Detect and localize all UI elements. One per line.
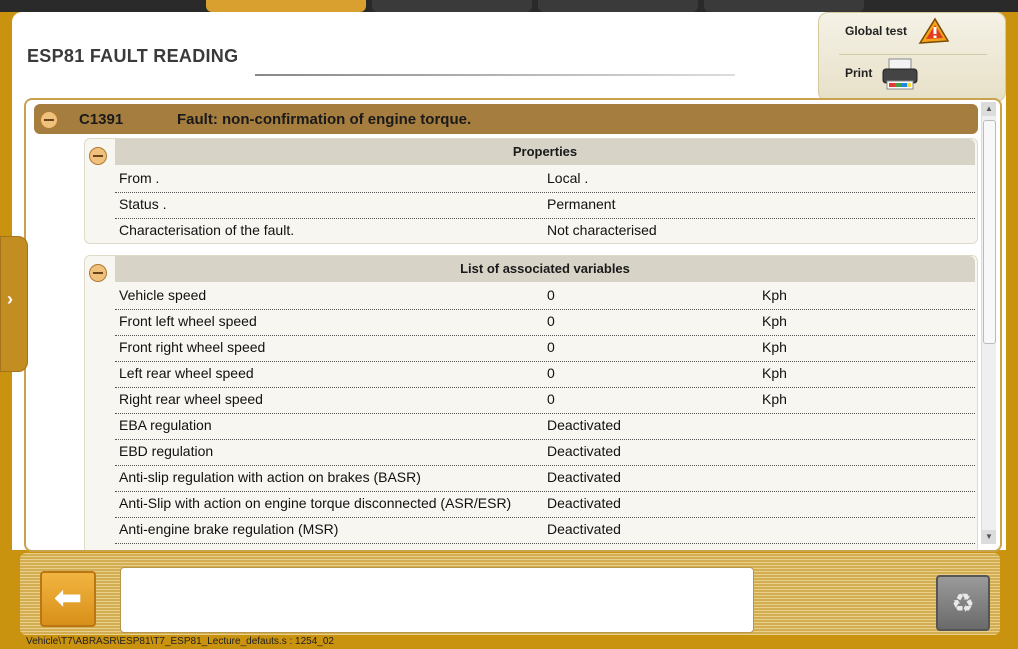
table-row: Left rear wheel speed 0 Kph bbox=[115, 361, 975, 388]
file-path: Vehicle\T7\ABRASR\ESP81\T7_ESP81_Lecture… bbox=[26, 636, 334, 647]
collapse-icon[interactable] bbox=[89, 147, 107, 165]
scroll-down-icon[interactable]: ▼ bbox=[982, 530, 996, 544]
variable-value: Deactivated bbox=[547, 495, 621, 511]
variable-name: Anti-engine brake regulation (MSR) bbox=[119, 521, 339, 537]
row-label: From . bbox=[119, 170, 160, 186]
row-value: Permanent bbox=[547, 196, 616, 212]
variable-name: Front right wheel speed bbox=[119, 339, 266, 355]
page-title: ESP81 FAULT READING bbox=[27, 46, 239, 66]
properties-title: Properties bbox=[115, 139, 975, 165]
properties-section: Properties From . Local . Status . Perma… bbox=[84, 138, 978, 244]
variable-value: Deactivated bbox=[547, 521, 621, 537]
printer-icon[interactable] bbox=[879, 57, 921, 91]
top-tab[interactable] bbox=[538, 0, 698, 12]
recycle-bin-icon: ♻ bbox=[951, 588, 975, 618]
scroll-thumb[interactable] bbox=[983, 120, 996, 344]
variable-name: Vehicle speed bbox=[119, 287, 207, 303]
variable-value: 0 bbox=[547, 391, 555, 407]
top-tab[interactable] bbox=[704, 0, 864, 12]
variable-unit: Kph bbox=[762, 339, 787, 355]
variable-name: Anti-Slip with action on engine torque d… bbox=[119, 495, 512, 511]
table-row: Right rear wheel speed 0 Kph bbox=[115, 387, 975, 414]
table-row: Characterisation of the fault. Not chara… bbox=[115, 218, 975, 244]
table-row: Vehicle speed 0 Kph bbox=[115, 283, 975, 310]
variable-name: Left rear wheel speed bbox=[119, 365, 254, 381]
variables-section: List of associated variables Vehicle spe… bbox=[84, 255, 978, 550]
arrow-left-icon: ⬅ bbox=[53, 579, 83, 617]
bottom-toolbar: ⬅ ♻ bbox=[20, 553, 1000, 635]
title-underline bbox=[255, 74, 735, 76]
table-row: Anti-engine brake regulation (MSR) Deact… bbox=[115, 517, 975, 544]
row-value: Local . bbox=[547, 170, 589, 186]
variable-unit: Kph bbox=[762, 313, 787, 329]
side-expand-tab[interactable]: › bbox=[0, 236, 28, 372]
variables-title: List of associated variables bbox=[115, 256, 975, 282]
message-area bbox=[120, 567, 754, 633]
variable-name: Anti-slip regulation with action on brak… bbox=[119, 469, 421, 485]
fault-description: Fault: non-confirmation of engine torque… bbox=[177, 111, 472, 128]
top-tab[interactable] bbox=[372, 0, 532, 12]
panel-divider bbox=[839, 54, 987, 55]
row-label: Status . bbox=[119, 196, 167, 212]
back-button[interactable]: ⬅ bbox=[40, 571, 96, 627]
collapse-icon[interactable] bbox=[40, 111, 58, 129]
fault-detail-panel: C1391 Fault: non-confirmation of engine … bbox=[24, 98, 1002, 552]
variable-name: EBA regulation bbox=[119, 417, 212, 433]
table-row: Anti-slip regulation with action on brak… bbox=[115, 465, 975, 492]
table-row: EBA regulation Deactivated bbox=[115, 413, 975, 440]
top-strip bbox=[0, 0, 1018, 12]
variable-value: Deactivated bbox=[547, 443, 621, 459]
delete-faults-button[interactable]: ♻ bbox=[936, 575, 990, 631]
variable-unit: Kph bbox=[762, 365, 787, 381]
scroll-up-icon[interactable]: ▲ bbox=[982, 102, 996, 116]
action-panel: Global test Print bbox=[818, 12, 1006, 102]
table-row: From . Local . bbox=[115, 166, 975, 193]
print-button[interactable]: Print bbox=[845, 66, 872, 80]
variable-name: Right rear wheel speed bbox=[119, 391, 263, 407]
fault-code: C1391 bbox=[79, 111, 124, 128]
row-value: Not characterised bbox=[547, 222, 657, 238]
table-row: EBD regulation Deactivated bbox=[115, 439, 975, 466]
chevron-right-icon: › bbox=[7, 289, 13, 309]
variable-value: 0 bbox=[547, 287, 555, 303]
variable-value: Deactivated bbox=[547, 417, 621, 433]
variable-value: 0 bbox=[547, 313, 555, 329]
variable-unit: Kph bbox=[762, 287, 787, 303]
table-row: Front left wheel speed 0 Kph bbox=[115, 309, 975, 336]
table-row: Anti-Slip with action on engine torque d… bbox=[115, 491, 975, 518]
variable-value: 0 bbox=[547, 339, 555, 355]
collapse-icon[interactable] bbox=[89, 264, 107, 282]
global-test-button[interactable]: Global test bbox=[845, 24, 907, 38]
variable-value: Deactivated bbox=[547, 469, 621, 485]
vertical-scrollbar[interactable]: ▲ ▼ bbox=[981, 102, 996, 544]
variable-name: Front left wheel speed bbox=[119, 313, 257, 329]
fault-header[interactable]: C1391 Fault: non-confirmation of engine … bbox=[34, 104, 978, 134]
warning-icon[interactable] bbox=[917, 15, 951, 45]
variable-value: 0 bbox=[547, 365, 555, 381]
variable-name: EBD regulation bbox=[119, 443, 214, 459]
top-tab[interactable] bbox=[206, 0, 366, 12]
row-label: Characterisation of the fault. bbox=[119, 222, 295, 238]
table-row: Status . Permanent bbox=[115, 192, 975, 219]
variable-unit: Kph bbox=[762, 391, 787, 407]
table-row: Front right wheel speed 0 Kph bbox=[115, 335, 975, 362]
